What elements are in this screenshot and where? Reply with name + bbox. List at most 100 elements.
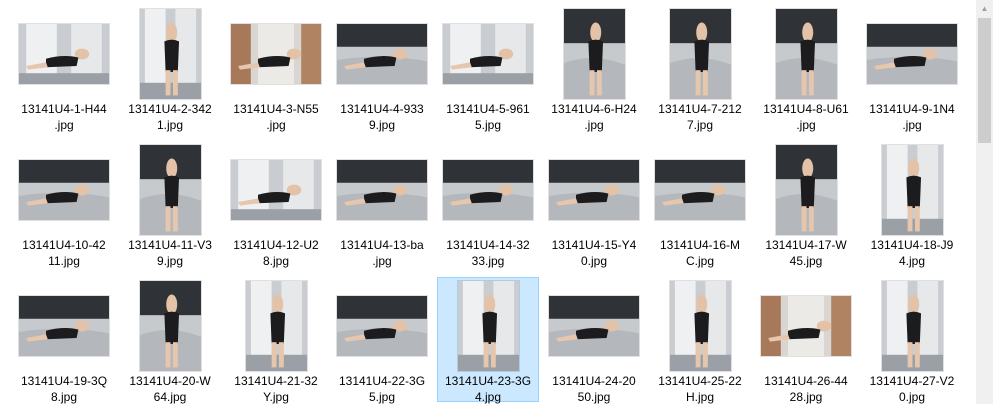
file-name-line-1: 13141U4-4-933 [340,102,424,116]
file-name: 13141U4-14-32 33.jpg [438,237,538,269]
file-name: 13141U4-11-V3 9.jpg [120,237,220,269]
file-name-line-1: 13141U4-11-V3 [128,238,212,252]
file-item[interactable]: 13141U4-17-W 45.jpg [755,141,857,269]
file-name-line-2: 5.jpg [474,118,502,132]
file-item[interactable]: 13141U4-4-933 9.jpg [331,5,433,133]
thumbnail-frame [862,278,962,373]
file-name-line-1: 13141U4-22-3G [338,374,426,388]
file-item[interactable]: 13141U4-9-1N4 .jpg [861,5,963,133]
image-thumbnail [443,23,533,84]
file-item[interactable]: 13141U4-5-961 5.jpg [437,5,539,132]
file-item[interactable]: 13141U4-24-20 50.jpg [543,277,645,404]
file-item[interactable]: 13141U4-22-3G 5.jpg [331,277,433,404]
file-name-line-1: 13141U4-13-ba [340,238,424,252]
file-name: 13141U4-1-H44 .jpg [14,101,114,133]
file-item[interactable]: 13141U4-21-32 Y.jpg [225,277,327,404]
file-name: 13141U4-23-3G 4.jpg [438,373,538,404]
file-item[interactable]: 13141U4-23-3G 4.jpg [437,277,539,404]
file-name-line-2: 9.jpg [368,118,396,132]
file-item[interactable]: 13141U4-11-V3 9.jpg [119,141,221,269]
file-name-line-2: 7.jpg [686,118,714,132]
chevron-up-icon[interactable]: ▲ [976,0,993,17]
file-name: 13141U4-17-W 45.jpg [756,237,856,269]
image-thumbnail [139,8,201,99]
file-name: 13141U4-7-212 7.jpg [650,101,750,133]
file-item[interactable]: 13141U4-14-32 33.jpg [437,141,539,269]
file-name-line-2: 0.jpg [898,390,926,404]
file-name: 13141U4-10-42 11.jpg [14,237,114,269]
file-name-line-1: 13141U4-8-U61 [763,102,849,116]
file-item[interactable]: 13141U4-20-W 64.jpg [119,277,221,404]
thumbnail-frame [14,278,114,373]
file-name-line-2: 8.jpg [262,254,290,268]
file-item[interactable]: 13141U4-6-H24 .jpg [543,5,645,133]
file-name: 13141U4-2-342 1.jpg [120,101,220,133]
image-thumbnail [231,23,321,84]
file-name: 13141U4-6-H24 .jpg [544,101,644,133]
scrollbar-thumb[interactable] [978,18,991,143]
file-item[interactable]: 13141U4-2-342 1.jpg [119,5,221,133]
file-name-line-2: 50.jpg [577,390,611,404]
file-name-line-1: 13141U4-12-U2 [233,238,319,252]
file-item[interactable]: 13141U4-12-U2 8.jpg [225,141,327,268]
file-name-line-2: 0.jpg [580,254,608,268]
image-thumbnail [443,159,533,220]
image-thumbnail [139,280,201,371]
file-name-line-2: .jpg [796,118,816,132]
file-item[interactable]: 13141U4-7-212 7.jpg [649,5,751,133]
thumbnail-frame [756,278,856,373]
file-name-line-1: 13141U4-5-961 [446,102,530,116]
thumbnail-frame [226,6,326,101]
vertical-scrollbar[interactable]: ▲ [976,0,993,404]
file-item[interactable]: 13141U4-8-U61 .jpg [755,5,857,133]
image-thumbnail [881,280,943,371]
image-thumbnail [867,23,957,84]
image-thumbnail [563,8,625,99]
file-item[interactable]: 13141U4-26-44 28.jpg [755,277,857,404]
file-item[interactable]: 13141U4-13-ba .jpg [331,141,433,268]
file-name-line-2: 11.jpg [48,254,80,268]
file-name: 13141U4-18-J9 4.jpg [862,237,962,269]
thumbnail-frame [544,142,644,237]
image-thumbnail [881,144,943,235]
file-name-line-1: 13141U4-15-Y4 [551,238,637,252]
file-name-line-2: 9.jpg [156,254,184,268]
file-name-line-1: 13141U4-23-3G [444,374,532,388]
file-name-line-2: .jpg [902,118,922,132]
thumbnail-frame [544,6,644,101]
file-item[interactable]: 13141U4-27-V2 0.jpg [861,277,963,404]
image-thumbnail [337,159,427,220]
thumbnail-frame [14,142,114,237]
file-name: 13141U4-16-M C.jpg [650,237,750,269]
file-name-line-2: 4.jpg [898,254,926,268]
thumbnail-frame [332,6,432,101]
file-name-line-1: 13141U4-14-32 [446,238,530,252]
file-item[interactable]: 13141U4-1-H44 .jpg [13,5,115,133]
image-thumbnail [457,280,519,371]
file-name: 13141U4-9-1N4 .jpg [862,101,962,133]
thumbnail-frame [120,6,220,101]
thumbnail-frame [756,142,856,237]
image-thumbnail [669,8,731,99]
file-name-line-1: 13141U4-24-20 [552,374,636,388]
file-item[interactable]: 13141U4-19-3Q 8.jpg [13,277,115,404]
file-item[interactable]: 13141U4-25-22 H.jpg [649,277,751,404]
file-name: 13141U4-24-20 50.jpg [544,373,644,404]
file-name-line-2: 5.jpg [368,390,396,404]
file-item[interactable]: 13141U4-18-J9 4.jpg [861,141,963,269]
file-grid: 13141U4-1-H44 .jpg 13141U4-2-342 1.jpg 13141… [0,0,975,404]
file-name: 13141U4-3-N55 .jpg [226,101,326,133]
file-name-line-2: 8.jpg [50,390,78,404]
file-item[interactable]: 13141U4-10-42 11.jpg [13,141,115,269]
file-item[interactable]: 13141U4-3-N55 .jpg [225,5,327,133]
image-thumbnail [19,295,109,356]
image-thumbnail [655,159,745,220]
file-name: 13141U4-15-Y4 0.jpg [544,237,644,269]
image-thumbnail [549,295,639,356]
file-item[interactable]: 13141U4-15-Y4 0.jpg [543,141,645,269]
file-name-line-1: 13141U4-1-H44 [21,102,107,116]
file-item[interactable]: 13141U4-16-M C.jpg [649,141,751,269]
file-name: 13141U4-4-933 9.jpg [332,101,432,133]
file-name: 13141U4-21-32 Y.jpg [226,373,326,404]
file-name: 13141U4-8-U61 .jpg [756,101,856,133]
